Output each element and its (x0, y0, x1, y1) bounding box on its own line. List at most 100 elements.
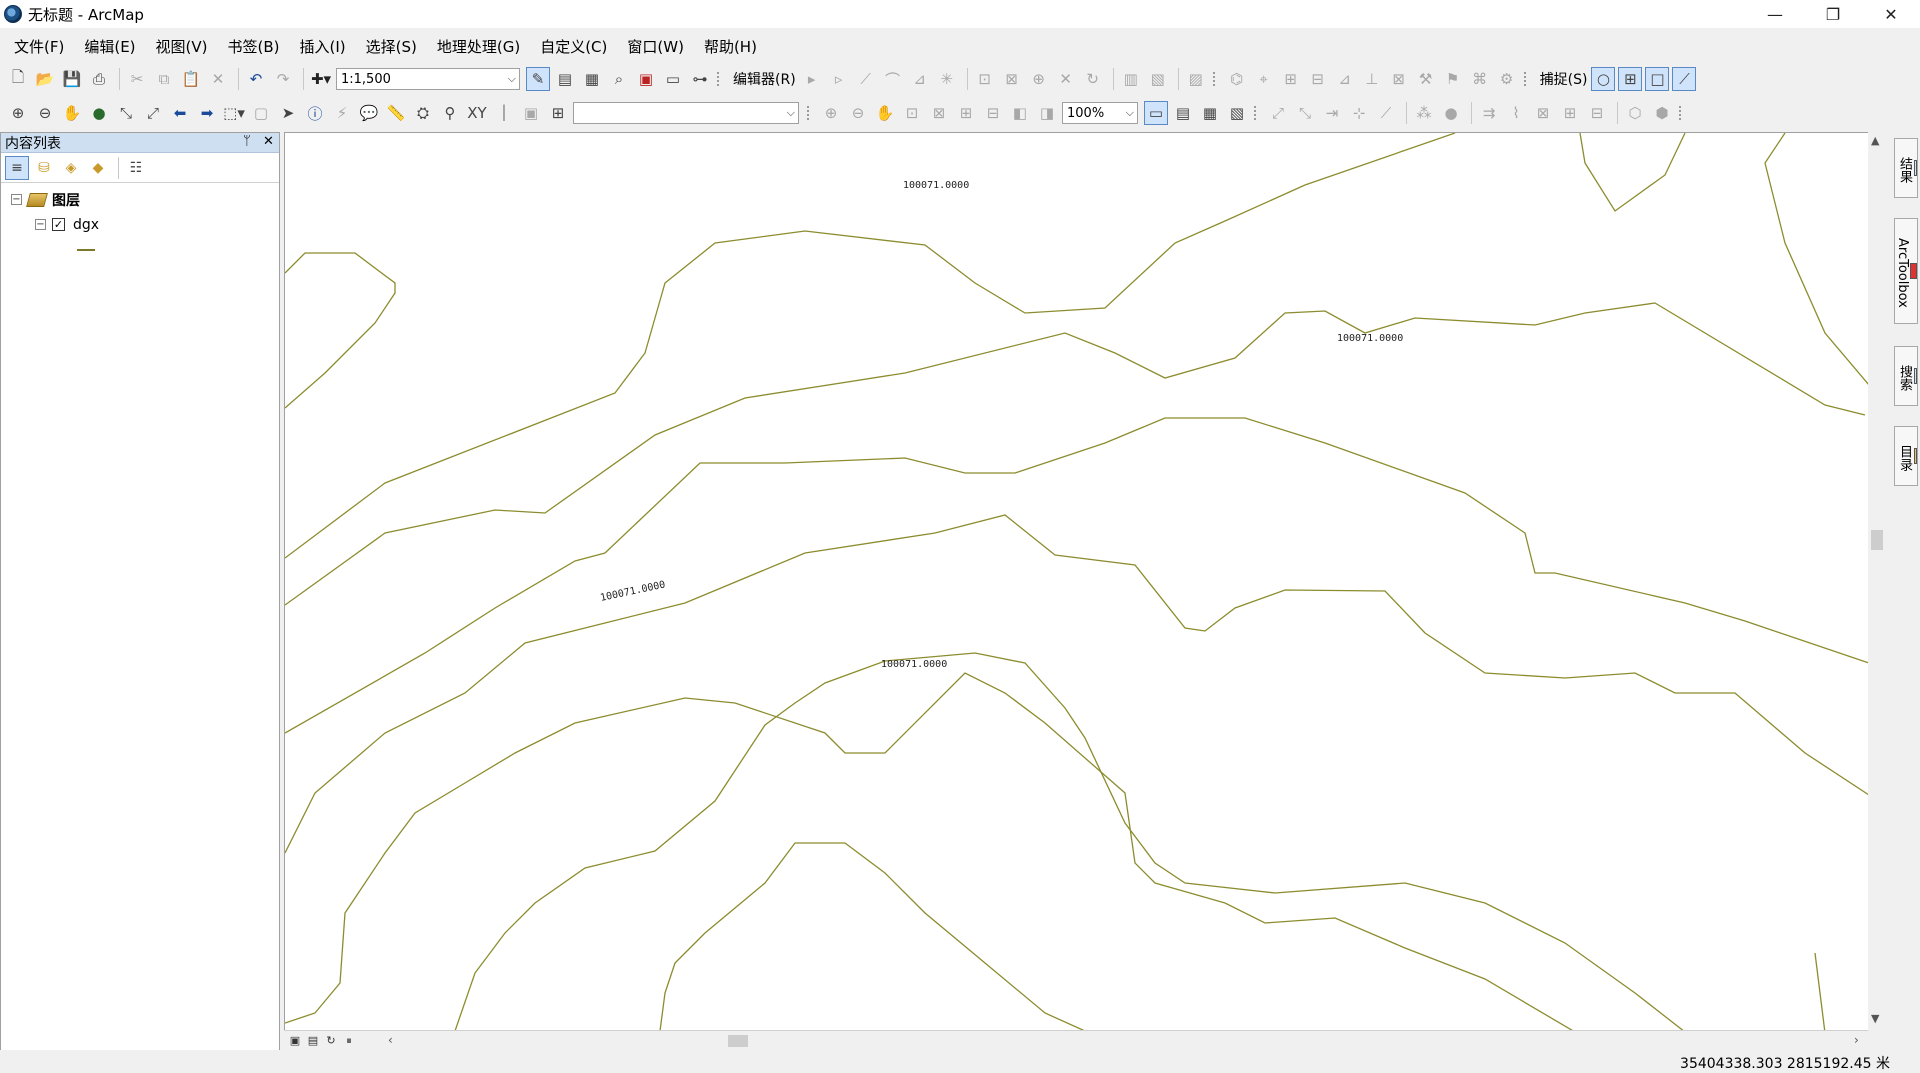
edge-snapping-icon[interactable]: ⟋ (1672, 67, 1697, 91)
topology-edit-icon[interactable]: ⌖ (1252, 67, 1276, 91)
map-scale-combo[interactable]: 1:1,500 ⌵ (336, 68, 520, 90)
vertex-snapping-icon[interactable]: □ (1645, 67, 1670, 91)
fixed-zoom-in-layout-icon[interactable]: ⊞ (954, 101, 978, 125)
layout-pan-icon[interactable]: ✋ (873, 101, 897, 125)
layer-effects-icon[interactable]: ⊞ (546, 101, 570, 125)
zoom-whole-page-icon[interactable]: ⊡ (900, 101, 924, 125)
line-symbol-icon[interactable] (77, 248, 95, 251)
find-route-icon[interactable]: ⚲ (438, 101, 462, 125)
menu-insert[interactable]: 插入(I) (292, 33, 354, 60)
map-view[interactable]: 100071.0000 100071.0000 100071.0000 1000… (284, 132, 1868, 1030)
horizontal-scroll-thumb[interactable] (728, 1035, 748, 1047)
align-edge-icon[interactable]: ⊥ (1360, 67, 1384, 91)
adjust-links-icon[interactable]: ⇉ (1477, 101, 1501, 125)
pan-hand-icon[interactable]: ✋ (60, 101, 84, 125)
spatial-adjust-icon[interactable]: ⁂ (1412, 101, 1436, 125)
pin-icon[interactable]: ᛘ (243, 134, 251, 149)
split-icon[interactable]: ✕ (1054, 67, 1078, 91)
clear-selection-icon[interactable]: ▢ (249, 101, 273, 125)
go-to-xy-icon[interactable]: XY (465, 101, 489, 125)
scroll-down-arrow-icon[interactable]: ▼ (1871, 1012, 1879, 1025)
create-viewer-icon[interactable]: ▣ (519, 101, 543, 125)
time-slider-icon[interactable]: ⏐ (492, 101, 516, 125)
scroll-right-arrow-icon[interactable]: › (1854, 1033, 1859, 1047)
shared-edges-icon[interactable]: ⊟ (1306, 67, 1330, 91)
menu-geoprocessing[interactable]: 地理处理(G) (429, 33, 528, 60)
georef-links-icon[interactable]: ⊹ (1347, 101, 1371, 125)
search-window-icon[interactable]: ⌕ (607, 67, 631, 91)
focus-data-frame-icon[interactable]: ▤ (1171, 101, 1195, 125)
back-extent-icon[interactable]: ⬅ (168, 101, 192, 125)
pause-drawing-icon[interactable]: ⏸ (342, 1034, 356, 1048)
cogo-area-icon[interactable]: ⬢ (1650, 101, 1674, 125)
zoom-in-icon[interactable]: ⊕ (6, 101, 30, 125)
paste-icon[interactable]: 📋 (179, 67, 203, 91)
new-document-icon[interactable]: 🗋 (6, 67, 30, 91)
measure-icon[interactable]: 📏 (384, 101, 408, 125)
arctoolbox-tab[interactable]: ArcToolbox (1894, 218, 1918, 324)
close-panel-icon[interactable]: ✕ (263, 134, 274, 149)
next-extent-layout-icon[interactable]: ◨ (1035, 101, 1059, 125)
previous-extent-layout-icon[interactable]: ◧ (1008, 101, 1032, 125)
collapse-toggle-icon[interactable]: − (11, 194, 22, 205)
rubbersheet-icon[interactable]: ⌘ (1468, 67, 1492, 91)
fixed-zoom-out-icon[interactable]: ⤢ (141, 101, 165, 125)
straight-segment-icon[interactable]: ⟋ (854, 67, 878, 91)
tree-layer-dgx[interactable]: − ✓ dgx (1, 212, 279, 237)
print-icon[interactable]: ⎙ (87, 67, 111, 91)
adjust-icon[interactable]: ⚙ (1495, 67, 1519, 91)
close-window-button[interactable]: ✕ (1862, 0, 1920, 28)
toolbar-grip[interactable] (1212, 72, 1219, 86)
collapse-toggle-icon[interactable]: − (35, 219, 46, 230)
georef-shift-icon[interactable]: ⤡ (1293, 101, 1317, 125)
scroll-left-arrow-icon[interactable]: ‹ (388, 1033, 393, 1047)
error-inspector-icon[interactable]: ⚑ (1441, 67, 1465, 91)
fixed-zoom-in-icon[interactable]: ⤡ (114, 101, 138, 125)
data-view-icon[interactable]: ▣ (288, 1034, 302, 1048)
options-icon[interactable]: ☷ (124, 156, 148, 180)
model-builder-icon[interactable]: ⊶ (688, 67, 712, 91)
toggle-draft-mode-icon[interactable]: ▭ (1144, 101, 1168, 125)
point-snapping-icon[interactable]: ○ (1591, 67, 1616, 91)
add-data-icon[interactable]: ✚▾ (309, 67, 333, 91)
map-horizontal-scrollbar[interactable]: ‹ › (384, 1031, 1868, 1051)
menu-help[interactable]: 帮助(H) (696, 33, 765, 60)
list-by-selection-icon[interactable]: ◆ (86, 156, 110, 180)
layout-zoom-out-icon[interactable]: ⊖ (846, 101, 870, 125)
edit-vertices-icon[interactable]: ⊡ (973, 67, 997, 91)
change-layout-icon[interactable]: ▦ (1198, 101, 1222, 125)
georef-rotate-icon[interactable]: ⤢ (1266, 101, 1290, 125)
menu-bookmarks[interactable]: 书签(B) (220, 33, 288, 60)
multiple-links-icon[interactable]: ⊠ (1531, 101, 1555, 125)
create-features-icon[interactable]: ▨ (1184, 67, 1208, 91)
edit-tool-icon[interactable]: ▸ (800, 67, 824, 91)
georef-fit-icon[interactable]: ⟋ (1374, 101, 1398, 125)
edge-match-icon[interactable]: ⌇ (1504, 101, 1528, 125)
toolbar-grip[interactable] (1523, 72, 1530, 86)
catalog-tab[interactable]: 目录 (1894, 426, 1918, 486)
results-tab[interactable]: 结果 (1894, 138, 1918, 198)
scroll-up-arrow-icon[interactable]: ▲ (1871, 134, 1879, 147)
point-icon[interactable]: ✳ (935, 67, 959, 91)
list-by-drawing-order-icon[interactable]: ≡ (5, 155, 29, 180)
full-extent-globe-icon[interactable]: ● (87, 101, 111, 125)
list-by-visibility-icon[interactable]: ◈ (59, 156, 83, 180)
editor-menu[interactable]: 编辑器(R) (733, 69, 796, 89)
vertical-scroll-thumb[interactable] (1871, 530, 1883, 550)
identify-icon[interactable]: ⓘ (303, 101, 327, 125)
menu-selection[interactable]: 选择(S) (358, 33, 425, 60)
menu-file[interactable]: 文件(F) (6, 33, 72, 60)
edit-annotation-icon[interactable]: ▹ (827, 67, 851, 91)
cut-icon[interactable]: ✂ (125, 67, 149, 91)
html-popup-icon[interactable]: 💬 (357, 101, 381, 125)
layout-view-icon[interactable]: ▤ (306, 1034, 320, 1048)
fix-topology-icon[interactable]: ⚒ (1414, 67, 1438, 91)
editor-toolbar-toggle-icon[interactable]: ✎ (526, 67, 550, 91)
open-folder-icon[interactable]: 📂 (33, 67, 57, 91)
snapping-menu[interactable]: 捕捉(S) (1540, 69, 1588, 89)
toolbar-grip[interactable] (807, 106, 813, 120)
restore-button[interactable]: ❐ (1804, 0, 1862, 28)
end-point-arc-icon[interactable]: ⌒ (881, 67, 905, 91)
map-topology-icon[interactable]: ⊞ (1279, 67, 1303, 91)
end-snapping-icon[interactable]: ⊞ (1618, 67, 1643, 91)
